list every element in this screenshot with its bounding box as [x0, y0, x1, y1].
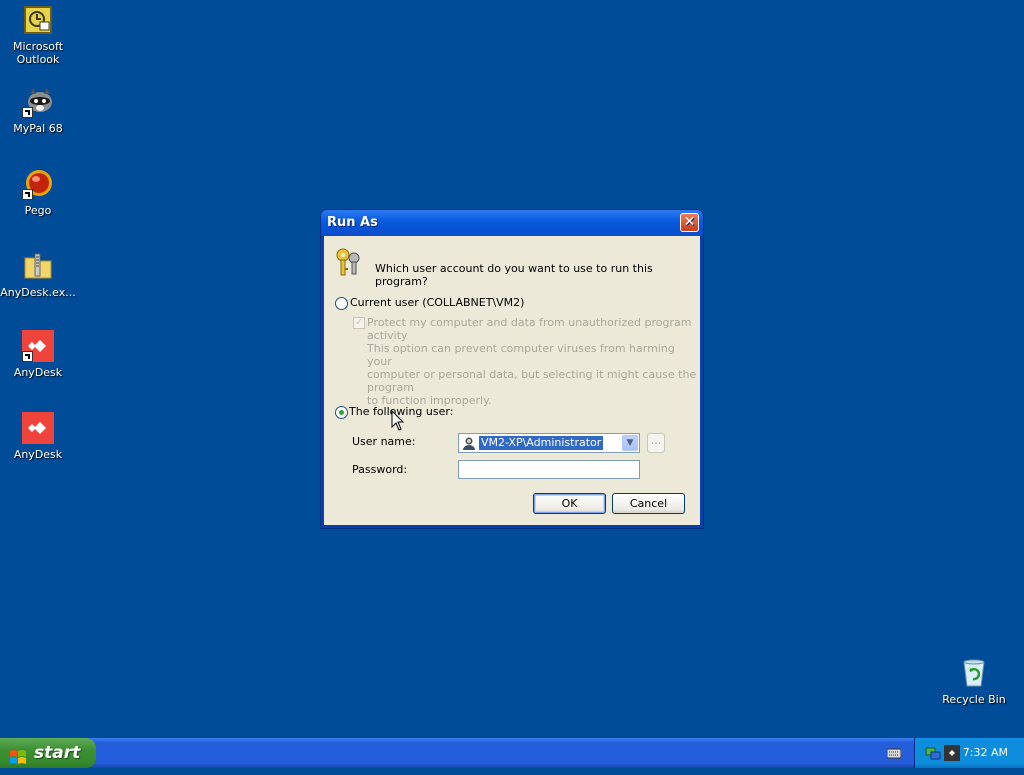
username-combobox[interactable]: VM2-XP\Administrator ▼ — [458, 433, 640, 453]
help-line: This option can prevent computer viruses… — [367, 342, 675, 368]
dialog-body: Which user account do you want to use to… — [324, 236, 700, 525]
desktop-icon-anydesk-2[interactable]: AnyDesk — [0, 412, 78, 461]
browse-button[interactable]: ... — [647, 433, 665, 453]
ok-button[interactable]: OK — [533, 493, 606, 514]
network-icon[interactable] — [925, 745, 941, 761]
run-as-dialog: Run As ✕ Which user account do you want … — [321, 210, 703, 528]
windows-logo-icon — [9, 745, 27, 764]
chevron-down-icon[interactable]: ▼ — [622, 435, 638, 451]
password-input[interactable] — [458, 460, 640, 479]
desktop-icon-label: AnyDesk — [13, 366, 63, 379]
zip-folder-icon — [22, 250, 54, 282]
clock[interactable]: 7:32 AM — [963, 746, 1008, 759]
desktop-icon-anydesk-exe[interactable]: AnyDesk.ex... — [0, 250, 78, 299]
outlook-icon — [22, 4, 54, 36]
current-user-label[interactable]: Current user (COLLABNET\VM2) — [350, 296, 524, 309]
start-button[interactable]: start — [0, 738, 96, 768]
desktop-icon-outlook[interactable]: Microsoft Outlook — [0, 4, 78, 66]
shortcut-arrow-icon — [22, 107, 33, 118]
user-icon — [462, 436, 476, 450]
desktop-icon-label: Outlook — [16, 53, 60, 66]
password-label: Password: — [352, 463, 408, 476]
dialog-titlebar[interactable]: Run As ✕ — [321, 210, 703, 236]
anydesk-tray-icon[interactable] — [944, 745, 960, 761]
mouse-cursor-icon — [391, 409, 405, 432]
desktop-icon-recycle-bin[interactable]: Recycle Bin — [934, 657, 1014, 706]
close-icon: ✕ — [683, 214, 696, 230]
pego-icon — [22, 168, 54, 200]
help-text: This option can prevent computer viruses… — [367, 342, 700, 407]
shortcut-arrow-icon — [22, 189, 33, 200]
desktop-icon-label: Pego — [24, 204, 52, 217]
keys-icon — [333, 246, 365, 278]
desktop-icon-label: MyPal 68 — [13, 122, 63, 135]
desktop-icon-mypal[interactable]: MyPal 68 — [0, 86, 78, 135]
desktop-icon-anydesk-1[interactable]: AnyDesk — [0, 330, 78, 379]
system-tray: 7:32 AM — [914, 738, 1024, 768]
dialog-title: Run As — [327, 215, 378, 230]
desktop-icon-label: Microsoft — [12, 40, 64, 53]
desktop-icon-label: AnyDesk — [13, 448, 63, 461]
desktop-icon-label: Recycle Bin — [942, 693, 1006, 706]
anydesk-icon — [22, 412, 54, 444]
username-label: User name: — [352, 435, 416, 448]
anydesk-icon — [22, 330, 54, 362]
username-value: VM2-XP\Administrator — [479, 436, 604, 450]
start-label: start — [34, 743, 81, 763]
keyboard-icon[interactable] — [886, 746, 902, 760]
desktop-icon-pego[interactable]: Pego — [0, 168, 78, 217]
help-line: computer or personal data, but selecting… — [367, 368, 697, 394]
desktop-icon-label: AnyDesk.ex... — [0, 286, 76, 299]
current-user-radio[interactable] — [335, 297, 348, 310]
following-user-radio[interactable] — [335, 406, 348, 419]
taskbar: start 7:32 AM — [0, 738, 1024, 768]
close-button[interactable]: ✕ — [680, 213, 699, 232]
raccoon-icon — [22, 86, 54, 118]
protect-label: Protect my computer and data from unauth… — [367, 316, 692, 342]
cancel-button[interactable]: Cancel — [612, 493, 685, 514]
protect-checkbox[interactable]: ✓ — [353, 317, 365, 329]
question-text: Which user account do you want to use to… — [375, 262, 653, 288]
shortcut-arrow-icon — [22, 351, 33, 362]
recycle-bin-icon — [958, 657, 990, 689]
